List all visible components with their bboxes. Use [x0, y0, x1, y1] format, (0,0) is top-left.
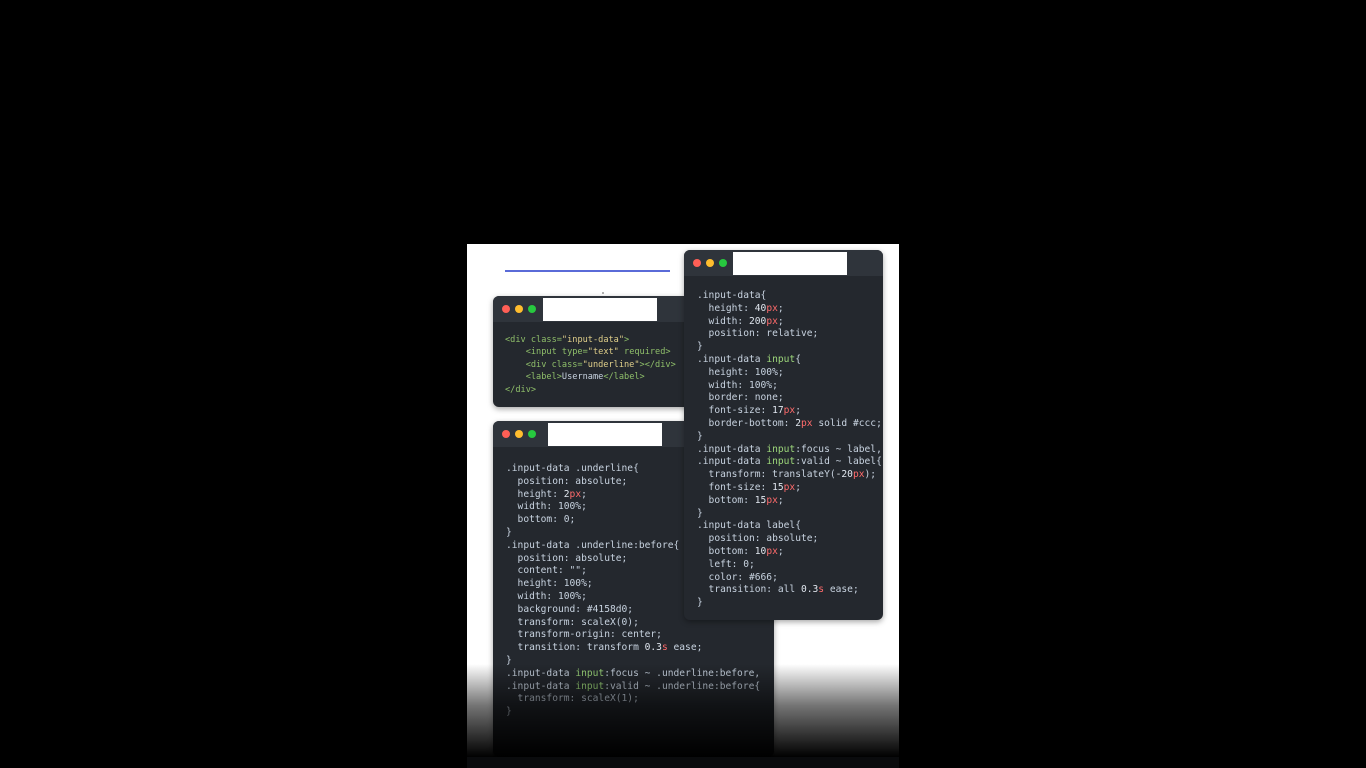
code-line: }	[697, 430, 703, 442]
bottom-fade-overlay	[467, 664, 899, 757]
code-line: }	[697, 341, 703, 353]
code-line: width: 100%;	[697, 379, 778, 391]
code-window-main-css: .input-data{ height: 40px; width: 200px;…	[684, 250, 883, 620]
window-tab	[543, 298, 657, 321]
minimize-dot-icon	[515, 305, 523, 313]
code-line: .input-data{	[697, 290, 767, 301]
code-line: transform: translateY(-20px);	[697, 469, 877, 481]
bottom-strip	[467, 757, 899, 768]
close-dot-icon	[502, 305, 510, 313]
code-line: <div class="input-data">	[505, 335, 630, 345]
code-line: font-size: 15px;	[697, 481, 801, 493]
code-line: <div class="underline"></div>	[505, 359, 676, 370]
window-tab	[733, 252, 847, 275]
code-line: transform-origin: center;	[506, 629, 662, 641]
code-line: bottom: 10px;	[697, 545, 784, 557]
code-line: border: none;	[697, 392, 784, 404]
close-dot-icon	[693, 259, 701, 267]
minimize-dot-icon	[706, 259, 714, 267]
code-line: bottom: 15px;	[697, 494, 784, 506]
code-line: color: #666;	[697, 571, 778, 583]
code-line: left: 0;	[697, 558, 755, 570]
code-line: .input-data input:focus ~ label,	[697, 443, 882, 455]
code-line: font-size: 17px;	[697, 405, 801, 417]
code-line: .input-data input{	[697, 353, 801, 365]
window-titlebar	[493, 296, 698, 322]
code-line: <label>Username</label>	[505, 372, 645, 383]
maximize-dot-icon	[528, 305, 536, 313]
code-line: position: absolute;	[697, 533, 819, 545]
code-line: height: 40px;	[697, 302, 784, 314]
close-dot-icon	[502, 430, 510, 438]
window-titlebar	[684, 250, 883, 276]
code-line: border-bottom: 2px solid #ccc;	[697, 417, 882, 429]
code-line: </div>	[505, 384, 537, 395]
code-line: width: 200px;	[697, 315, 784, 327]
code-line: .input-data label{	[697, 520, 801, 532]
slide-canvas: <div class="input-data"> <input type="te…	[467, 244, 899, 757]
code-line: transition: transform 0.3s ease;	[506, 642, 703, 654]
code-window-html: <div class="input-data"> <input type="te…	[493, 296, 698, 407]
dot-mark	[602, 292, 604, 294]
code-line: position: relative;	[697, 328, 819, 340]
code-line: height: 100%;	[697, 366, 784, 378]
maximize-dot-icon	[528, 430, 536, 438]
code-line: .input-data input:valid ~ label{	[697, 456, 882, 468]
minimize-dot-icon	[515, 430, 523, 438]
code-block-main-css: .input-data{ height: 40px; width: 200px;…	[697, 290, 882, 610]
maximize-dot-icon	[719, 259, 727, 267]
code-line: <input type="text" required>	[505, 347, 671, 358]
code-line: }	[697, 507, 703, 519]
underline-preview	[505, 270, 670, 272]
code-block-html: <div class="input-data"> <input type="te…	[505, 334, 676, 396]
code-line: transition: all 0.3s ease;	[697, 584, 859, 596]
window-tab	[548, 423, 662, 446]
code-line: }	[697, 597, 703, 609]
